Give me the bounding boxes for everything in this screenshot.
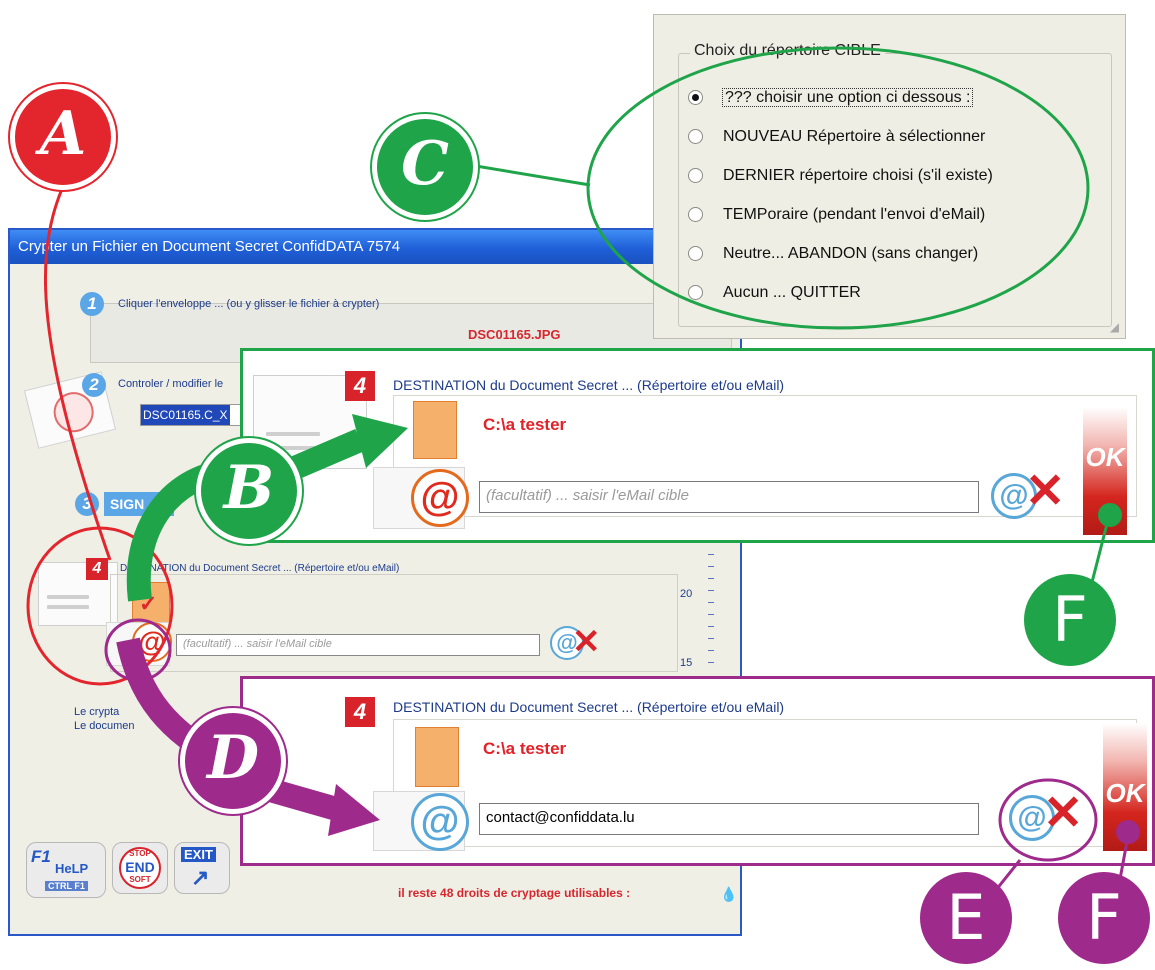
callout-arrow-b-line [285,428,365,482]
callout-dot-f1 [1098,503,1122,527]
callout-arrow-b-head [352,414,408,468]
badge-c: C [372,114,478,220]
callout-ring-e [998,778,1098,862]
callout-arrow-d-head [328,784,380,836]
callout-arrow-d-line [266,778,344,822]
badge-a: A [10,84,116,190]
callout-line-a [43,159,112,561]
badge-e: E [920,872,1012,964]
badge-f-green: F [1024,574,1116,666]
badge-d: D [180,708,286,814]
badge-b: B [196,438,302,544]
badge-f-purple: F [1058,872,1150,964]
callout-dot-f2 [1116,820,1140,844]
callout-ring-c [586,46,1090,330]
callout-line-c [469,163,591,187]
callout-overlay [26,46,1140,911]
